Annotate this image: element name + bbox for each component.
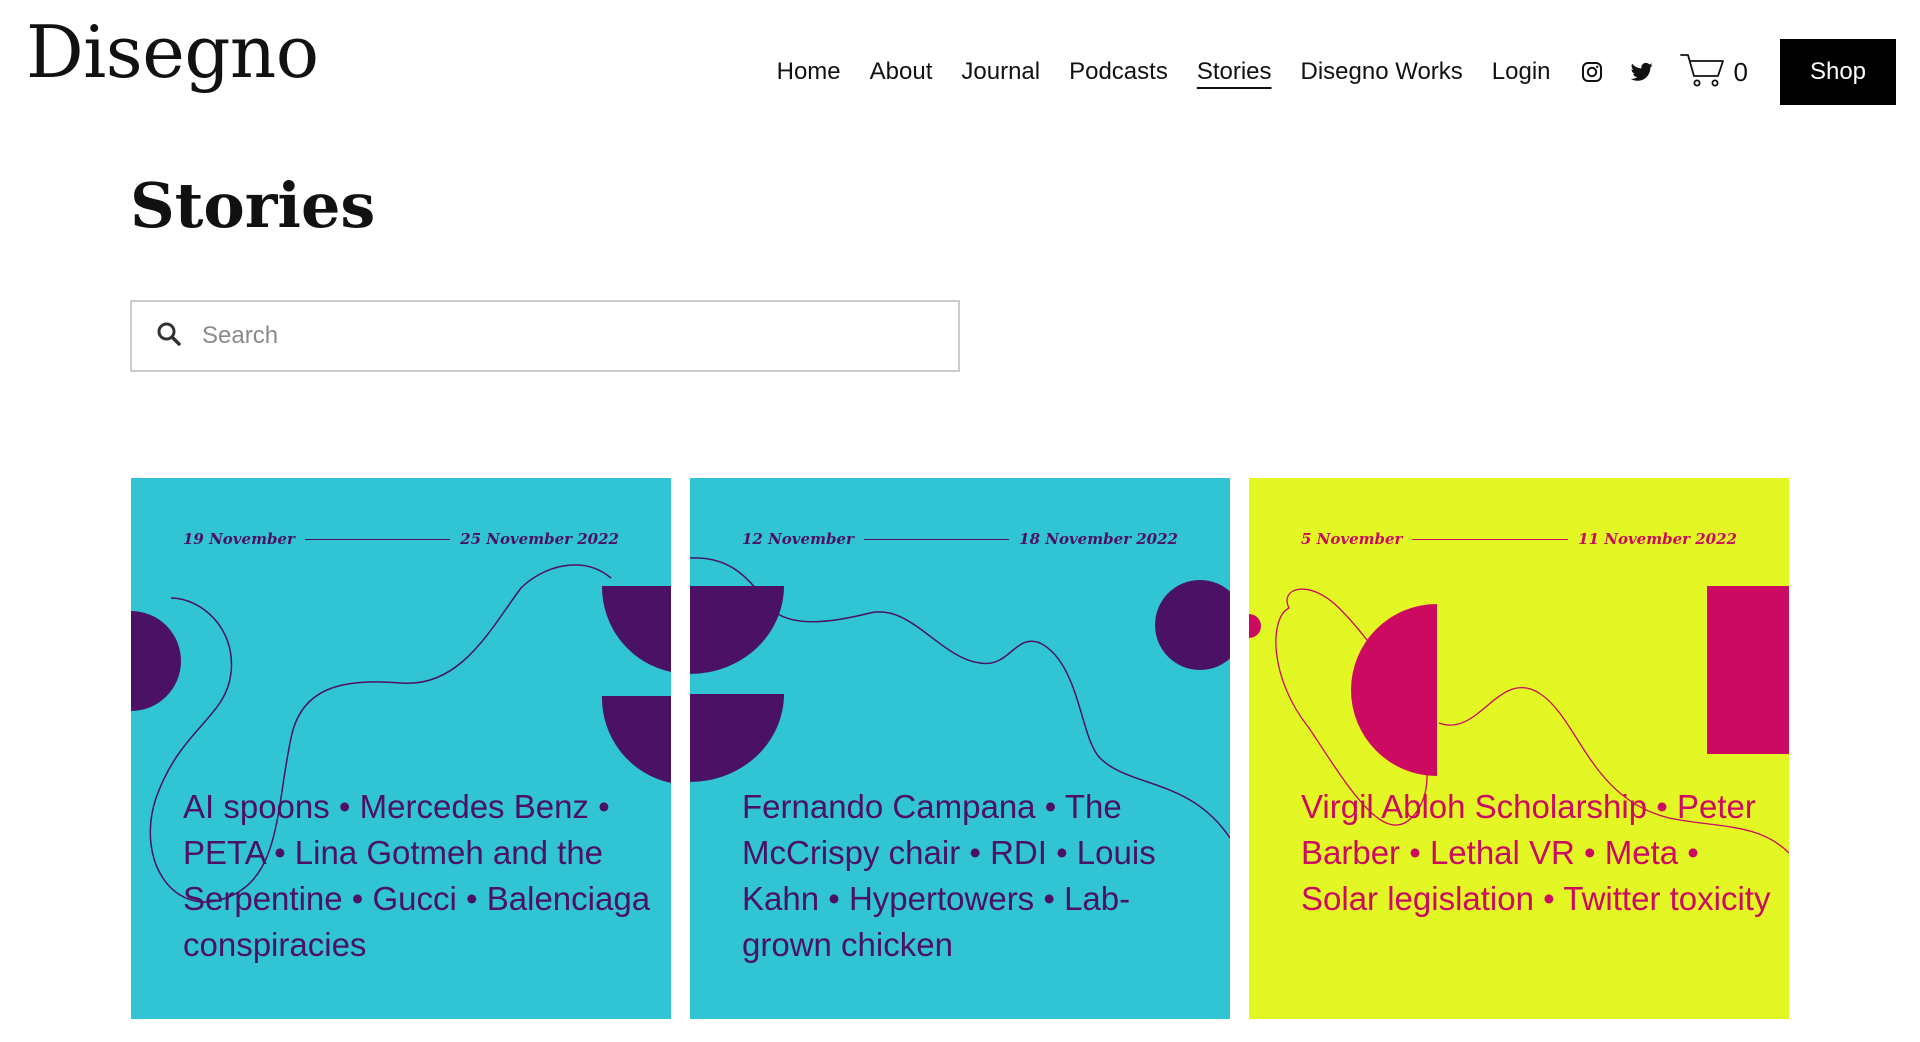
nav-item-disegno-works[interactable]: Disegno Works	[1301, 52, 1463, 92]
card-date-end: 18 November 2022	[1019, 530, 1178, 548]
date-divider	[1412, 538, 1569, 540]
date-divider	[304, 538, 451, 540]
card-date-start: 12 November	[742, 530, 854, 548]
instagram-icon[interactable]	[1580, 60, 1604, 84]
card-date-start: 19 November	[183, 530, 295, 548]
stories-grid: 19 November 25 November 2022 AI spoons •…	[131, 478, 1793, 1022]
card-date-range: 19 November 25 November 2022	[183, 530, 619, 548]
card-topics: Fernando Campana • The McCrispy chair • …	[742, 788, 1156, 963]
card-date-start: 5 November	[1301, 530, 1403, 548]
page-title: Stories	[130, 169, 376, 242]
card-date-range: 5 November 11 November 2022	[1301, 530, 1737, 548]
card-artwork	[1249, 586, 1789, 854]
main-nav: Home About Journal Podcasts Stories Dise…	[777, 39, 1920, 105]
cart-button[interactable]: 0	[1679, 52, 1748, 93]
nav-item-login[interactable]: Login	[1492, 52, 1551, 92]
card-date-end: 25 November 2022	[460, 530, 619, 548]
card-date-end: 11 November 2022	[1578, 530, 1737, 548]
story-card[interactable]: 12 November 18 November 2022 Fernando Ca…	[690, 478, 1230, 1019]
search-input[interactable]	[200, 321, 920, 351]
card-date-range: 12 November 18 November 2022	[742, 530, 1178, 548]
nav-item-home[interactable]: Home	[777, 52, 841, 92]
nav-item-about[interactable]: About	[870, 52, 933, 92]
twitter-icon[interactable]	[1630, 60, 1654, 84]
story-card[interactable]: 5 November 11 November 2022 Virgil Abloh…	[1249, 478, 1789, 1019]
cart-icon	[1679, 52, 1726, 93]
card-topics: Virgil Abloh Scholarship • Peter Barber …	[1301, 788, 1771, 917]
story-card[interactable]: 19 November 25 November 2022 AI spoons •…	[131, 478, 671, 1019]
nav-item-stories[interactable]: Stories	[1197, 52, 1272, 92]
card-topics: AI spoons • Mercedes Benz • PETA • Lina …	[183, 788, 651, 963]
site-header: Disegno Home About Journal Podcasts Stor…	[0, 0, 1920, 130]
search-icon	[156, 321, 182, 352]
nav-item-journal[interactable]: Journal	[961, 52, 1040, 92]
search-box[interactable]	[130, 300, 960, 372]
date-divider	[863, 538, 1010, 540]
site-logo[interactable]: Disegno	[26, 16, 319, 88]
cart-count: 0	[1733, 56, 1748, 87]
nav-item-podcasts[interactable]: Podcasts	[1069, 52, 1168, 92]
shop-button[interactable]: Shop	[1780, 39, 1896, 105]
